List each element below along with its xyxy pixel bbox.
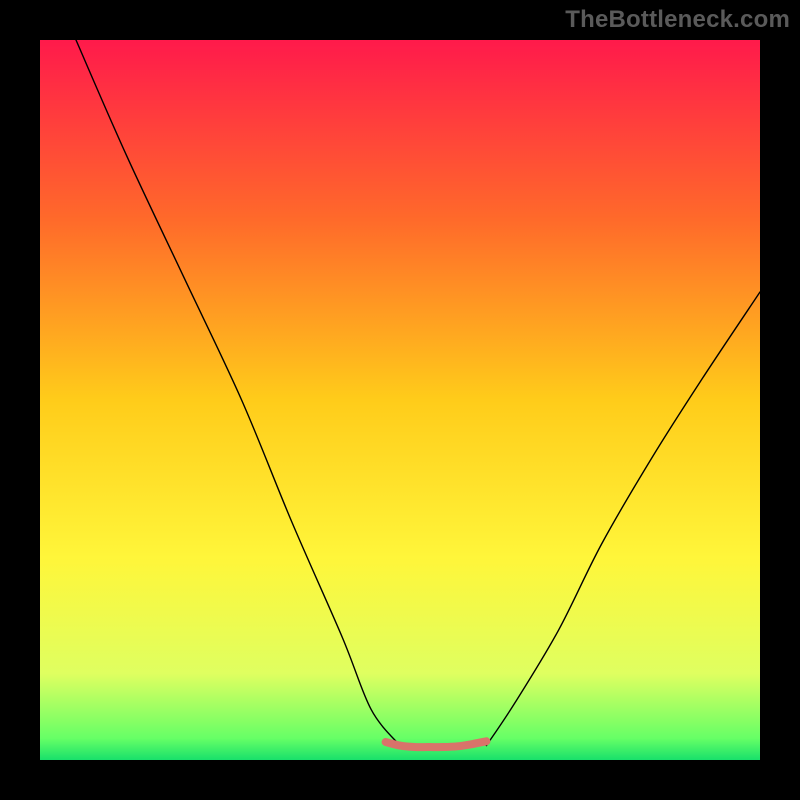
chart-svg — [40, 40, 760, 760]
watermark-text: TheBottleneck.com — [565, 6, 790, 34]
heat-gradient-background — [40, 40, 760, 760]
plot-area — [40, 40, 760, 760]
chart-frame: TheBottleneck.com — [0, 0, 800, 800]
